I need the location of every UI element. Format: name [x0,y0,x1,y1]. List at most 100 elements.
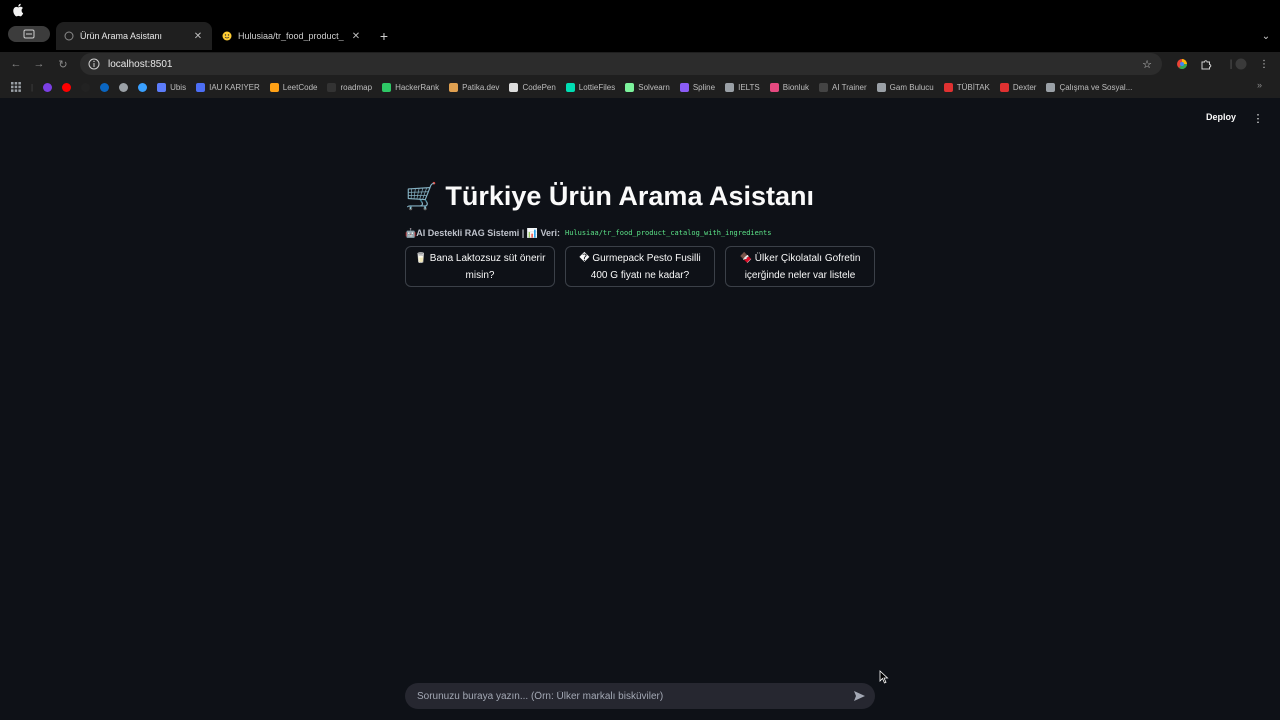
bookmark-favicon-icon [327,82,337,92]
tab-active[interactable]: Ürün Arama Asistanı ✕ [56,22,212,50]
bookmark-item[interactable]: TÜBİTAK [939,78,995,96]
bookmark-item[interactable]: Çalışma ve Sosyal... [1041,78,1137,96]
dataset-name: Hulusiaa/tr_food_product_catalog_with_in… [564,229,772,237]
bookmark-favicon-icon [509,82,519,92]
tab-strip: Ürün Arama Asistanı ✕ Hulusiaa/tr_food_p… [0,20,1280,52]
bookmark-favicon-icon [119,82,129,92]
suggestion-buttons: 🥛 Bana Laktozsuz süt önerir misin? � Gur… [405,246,875,287]
bookmark-item[interactable] [95,78,114,96]
bookmark-label: LeetCode [282,82,318,92]
profile-avatar-icon[interactable] [1233,56,1249,72]
bookmark-favicon-icon [725,82,735,92]
bookmark-label: roadmap [340,82,373,92]
bookmark-label: Ubis [170,82,187,92]
bookmark-star-icon[interactable]: ☆ [1140,57,1154,71]
bookmark-favicon-icon [157,82,167,92]
url-text: localhost:8501 [108,58,173,70]
bookmark-favicon-icon [43,82,53,92]
bookmark-item[interactable] [57,78,76,96]
streamlit-favicon-icon [64,31,74,41]
back-arrow-icon[interactable]: ← [8,56,24,72]
bookmark-item[interactable]: Patika.dev [444,78,504,96]
bookmark-label: Bionluk [782,82,809,92]
bookmark-label: Patika.dev [462,82,500,92]
deploy-button[interactable]: Deploy [1206,112,1236,122]
shopping-cart-icon: 🛒 [405,180,438,211]
bookmark-item[interactable]: Dexter [995,78,1042,96]
bookmark-item[interactable]: LottieFiles [561,78,620,96]
bookmark-item[interactable]: HackerRank [377,78,444,96]
bookmark-label: Çalışma ve Sosyal... [1059,82,1133,92]
browser-toolbar: ← → ↻ localhost:8501 ☆ | ⋮ [0,52,1280,76]
bookmark-favicon-icon [138,82,148,92]
apps-grid-icon[interactable] [6,78,26,96]
bookmark-item[interactable]: roadmap [322,78,377,96]
bookmark-favicon-icon [876,82,886,92]
bookmark-item[interactable]: IAU KARIYER [191,78,265,96]
chrome-profile-colorful-icon[interactable] [1174,56,1190,72]
bookmark-label: Solvearn [638,82,670,92]
bookmark-item[interactable]: CodePen [504,78,560,96]
bookmark-item[interactable]: Spline [675,78,720,96]
new-tab-button[interactable]: + [376,28,392,44]
bookmark-item[interactable]: Solvearn [620,78,675,96]
bookmark-label: Gam Bulucu [889,82,934,92]
bookmark-item[interactable] [114,78,133,96]
more-bookmarks-icon[interactable]: » [1257,80,1262,90]
chrome-menu-icon[interactable]: ⋮ [1256,56,1272,72]
bookmark-label: Dexter [1012,82,1037,92]
page-title-text: Türkiye Ürün Arama Asistanı [445,180,814,211]
bookmark-favicon-icon [100,82,110,92]
tab-overview-icon [23,29,35,39]
bookmark-favicon-icon [943,82,953,92]
caption: 🤖AI Destekli RAG Sistemi | 📊 Veri: Hulus… [405,226,875,240]
bookmark-item[interactable]: AI Trainer [814,78,872,96]
close-tab-icon[interactable]: ✕ [192,30,204,42]
forward-arrow-icon[interactable]: → [31,56,47,72]
tab-list-chevron-icon[interactable]: ⌄ [1258,28,1274,44]
address-bar[interactable]: localhost:8501 ☆ [80,53,1162,75]
bookmark-favicon-icon [999,82,1009,92]
bookmark-item[interactable] [133,78,152,96]
suggestion-button-wafer-ingredients[interactable]: 🍫 Ülker Çikolatalı Gofretin içerğinde ne… [725,246,875,287]
mouse-cursor-icon [879,670,889,684]
suggestion-button-pesto-fusilli-price[interactable]: � Gurmepack Pesto Fusilli 400 G fiyatı n… [565,246,715,287]
bookmark-label: CodePen [522,82,556,92]
bookmark-favicon-icon [679,82,689,92]
bookmark-favicon-icon [196,82,206,92]
bookmark-favicon-icon [269,82,279,92]
bookmark-item[interactable]: IELTS [720,78,765,96]
bookmark-label: IAU KARIYER [209,82,260,92]
bookmark-favicon-icon [818,82,828,92]
suggestion-button-lactose-free-milk[interactable]: 🥛 Bana Laktozsuz süt önerir misin? [405,246,555,287]
main-column: 🛒 Türkiye Ürün Arama Asistanı 🤖AI Destek… [405,176,875,287]
site-info-icon[interactable] [88,58,100,70]
bookmark-label: LottieFiles [578,82,616,92]
bookmark-item[interactable]: Ubis [152,78,191,96]
bookmarks-bar: | Ubis IAU KARIYER LeetCode roadmap HackerRa… [0,76,1280,98]
bookmark-item[interactable]: LeetCode [265,78,323,96]
huggingface-favicon-icon [222,31,232,41]
chat-input-container [405,683,875,709]
tab-title: Hulusiaa/tr_food_product_ca [238,31,344,41]
bookmark-item[interactable] [76,78,95,96]
menu-bar [0,0,1280,20]
caption-label: 🤖AI Destekli RAG Sistemi | 📊 Veri: [405,227,560,238]
bookmark-favicon-icon [81,82,91,92]
tab-huggingface[interactable]: Hulusiaa/tr_food_product_ca ✕ [214,22,370,50]
apple-logo-icon[interactable] [12,3,24,17]
send-icon[interactable] [851,688,867,704]
app-menu-icon[interactable]: ⋮ [1251,111,1265,125]
bookmark-item[interactable] [38,78,57,96]
bookmark-list: Ubis IAU KARIYER LeetCode roadmap HackerRank… [38,78,1137,96]
bookmark-item[interactable]: Bionluk [765,78,814,96]
bookmark-favicon-icon [769,82,779,92]
bookmark-item[interactable]: Gam Bulucu [872,78,939,96]
bookmark-label: Spline [692,82,716,92]
tab-search-button[interactable] [8,26,50,42]
extensions-puzzle-icon[interactable] [1198,56,1214,72]
close-tab-icon[interactable]: ✕ [350,30,362,42]
reload-icon[interactable]: ↻ [55,56,71,72]
chat-input[interactable] [417,690,837,702]
bookmark-favicon-icon [62,82,72,92]
